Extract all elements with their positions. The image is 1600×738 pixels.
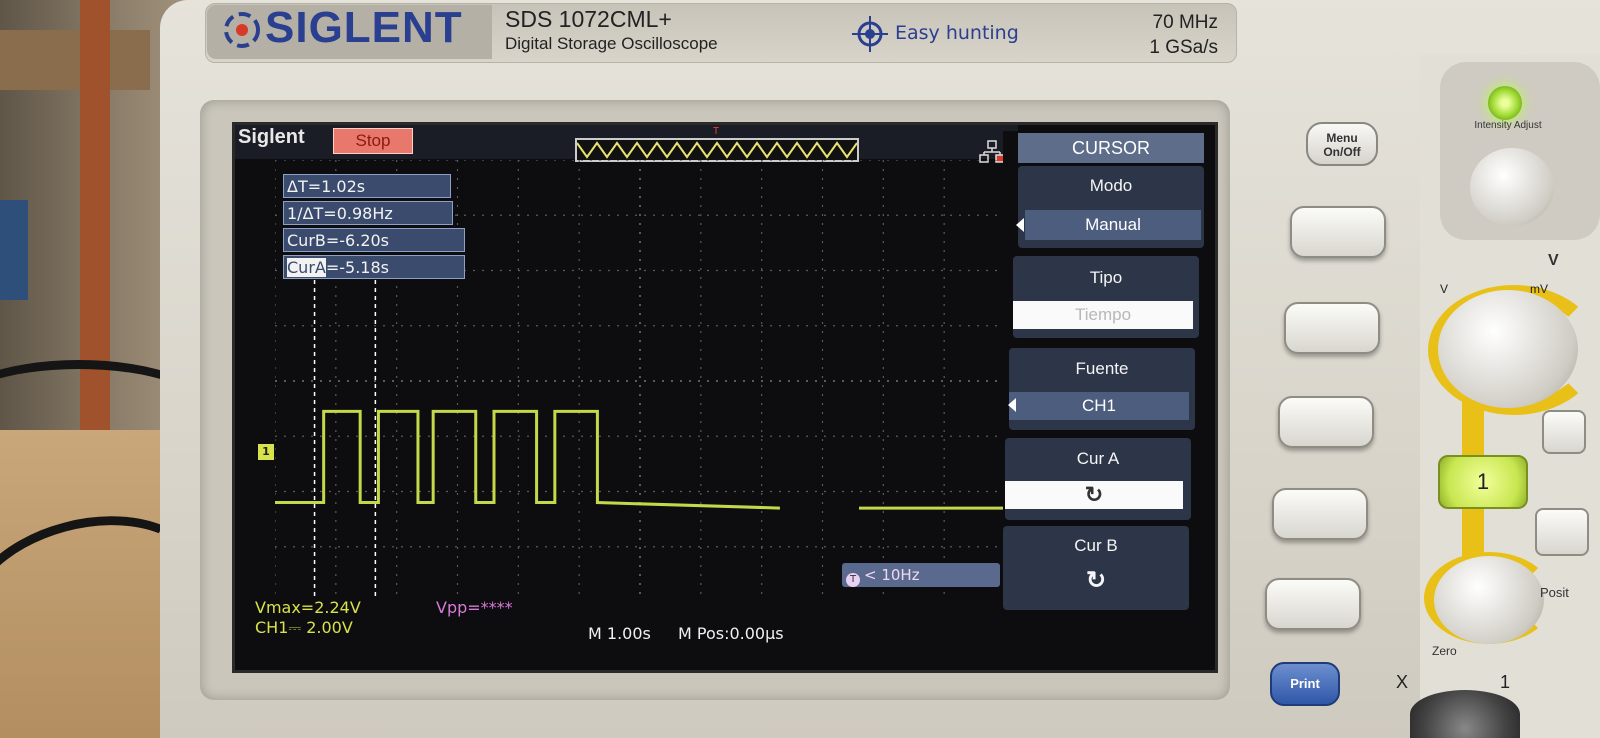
sample-rate-label: 1 GSa/s (1149, 37, 1218, 58)
run-state-badge: Stop (333, 128, 413, 154)
modo-value: Manual (1025, 210, 1201, 240)
trigger-frequency-badge: T < 10Hz (842, 563, 1000, 587)
arrow-left-icon (1008, 398, 1016, 412)
softkey-3[interactable] (1278, 396, 1374, 448)
millivolts-label: mV (1530, 282, 1548, 296)
brand-logo: SIGLENT (265, 3, 463, 52)
ch1-level-marker: 1 (258, 444, 274, 460)
menu-title: CURSOR (1018, 133, 1204, 163)
trigger-position-marker: T (713, 126, 720, 137)
feature-label: Easy hunting (895, 22, 1019, 44)
tipo-value: Tiempo (1013, 301, 1193, 329)
intensity-led-icon[interactable] (1488, 86, 1522, 120)
bandwidth-label: 70 MHz (1152, 12, 1218, 33)
screen-brand-mark: Siglent (238, 126, 305, 148)
siglent-logo-icon (224, 12, 260, 48)
side-button[interactable] (1542, 410, 1586, 454)
cur-b-rotate-icon: ↻ (1085, 567, 1107, 594)
graticule-grid (275, 160, 1005, 602)
softkey-5[interactable] (1265, 578, 1361, 630)
trigger-frequency: < 10Hz (864, 566, 920, 584)
softkey-2[interactable] (1284, 302, 1380, 354)
vertical-position-knob[interactable] (1434, 556, 1544, 644)
trigger-icon: T (846, 573, 860, 587)
softkey-1[interactable] (1290, 206, 1386, 258)
menu-item-label: Fuente (1075, 359, 1129, 378)
menu-item-label: Cur B (1074, 536, 1118, 555)
timebase-readout: M 1.00s (588, 624, 651, 643)
device-subtitle: Digital Storage Oscilloscope (505, 34, 718, 53)
cursor-a-value: =-5.18s (325, 258, 389, 277)
ch1-scale-readout: CH1⎓ 2.00V (255, 618, 353, 637)
waveform-plot (275, 160, 1005, 602)
cursor-a-label: CurA (287, 258, 326, 277)
ch1-button[interactable]: 1 (1438, 455, 1528, 509)
blue-box (0, 200, 28, 300)
crosshair-icon (852, 16, 888, 52)
inverse-delta-t-readout: 1/ΔT=0.98Hz (283, 201, 453, 225)
model-name: SDS 1072CML+ (505, 6, 672, 32)
menu-item-label: Cur A (1076, 449, 1120, 468)
zero-label: Zero (1432, 644, 1457, 658)
cursor-a-readout: CurA=-5.18s (283, 255, 465, 279)
position-label: Posit (1540, 585, 1569, 600)
bnc-connector[interactable] (1410, 690, 1520, 738)
softkey-4[interactable] (1272, 488, 1368, 540)
volts-label: V (1440, 282, 1449, 296)
print-button[interactable]: Print (1270, 662, 1340, 706)
wooden-shelf (0, 30, 150, 90)
vpp-readout: Vpp=**** (436, 598, 513, 617)
menu-on-off-button[interactable]: Menu On/Off (1306, 122, 1378, 166)
memory-depth-bar (575, 138, 859, 162)
ch1-input-label: 1 (1500, 672, 1511, 692)
ch1-trace (275, 409, 780, 510)
menu-item-label: Modo (1089, 176, 1133, 195)
vertical-section-label: V (1548, 252, 1559, 269)
menu-item-label: Tipo (1089, 268, 1123, 287)
intensity-knob[interactable] (1470, 148, 1554, 226)
vmax-readout: Vmax=2.24V (255, 598, 361, 617)
x-label: X (1396, 672, 1409, 692)
delta-t-readout: ΔT=1.02s (283, 174, 451, 198)
menu-item-cur-b[interactable]: Cur B ↻ (1003, 526, 1189, 610)
side-button[interactable] (1535, 508, 1589, 556)
arrow-left-icon (1016, 218, 1024, 232)
volts-div-knob[interactable] (1438, 290, 1578, 408)
cursor-b-readout: CurB=-6.20s (283, 228, 465, 252)
cur-a-rotate-icon: ↻ (1005, 481, 1183, 509)
position-readout: M Pos:0.00µs (678, 624, 784, 643)
intensity-label: Intensity Adjust (1474, 120, 1542, 131)
fuente-value: CH1 (1009, 392, 1189, 420)
